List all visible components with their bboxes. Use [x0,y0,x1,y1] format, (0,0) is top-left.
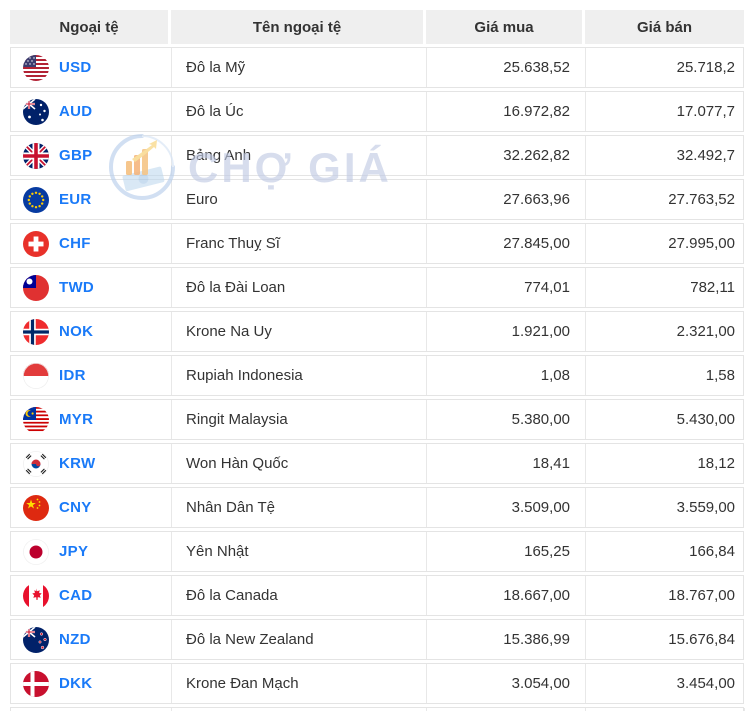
currency-code[interactable]: DKK [59,675,92,692]
table-row-nok[interactable]: NOK Krone Na Uy 1.921,00 2.321,00 [10,311,744,352]
currency-code[interactable]: GBP [59,147,92,164]
table-row-cad[interactable]: CAD Đô la Canada 18.667,00 18.767,00 [10,575,744,616]
sell-price: 782,11 [690,279,735,296]
buy-price: 15.386,99 [427,620,586,659]
australia-flag-icon [23,98,49,125]
currency-code[interactable]: AUD [59,103,92,120]
sell-price: 27.763,52 [668,191,735,208]
currency-name: Đô la New Zealand [172,620,427,659]
table-row-usd[interactable]: USD Đô la Mỹ 25.638,52 25.718,2 [10,47,744,88]
indonesia-flag-icon [23,362,49,389]
table-row-jpy[interactable]: JPY Yên Nhật 165,25 166,84 [10,531,744,572]
sell-price: 27.995,00 [668,235,735,252]
table-row-eur[interactable]: EUR Euro 27.663,96 27.763,52 [10,179,744,220]
currency-name: Krone Đan Mạch [172,664,427,703]
table-row-krw[interactable]: KRW Won Hàn Quốc 18,41 18,12 [10,443,744,484]
currency-name: Ringit Malaysia [172,400,427,439]
currency-name: Đô la Đài Loan [172,268,427,307]
header-currency-name: Tên ngoại tệ [171,10,426,44]
buy-price: 16.972,82 [427,92,586,131]
currency-name: Won Hàn Quốc [172,444,427,483]
sell-price: 25.718,2 [676,59,735,76]
buy-price: 27.663,96 [427,180,586,219]
sell-price: 17.077,7 [676,103,735,120]
currency-code[interactable]: TWD [59,279,94,296]
currency-code[interactable]: KRW [59,455,95,472]
south-korea-flag-icon [23,450,49,477]
sell-price: 166,84 [689,543,735,560]
buy-price: 774,01 [427,268,586,307]
canada-flag-icon [23,582,49,609]
sell-price: 3.454,00 [676,675,735,692]
denmark-flag-icon [23,670,49,697]
malaysia-flag-icon [23,406,49,433]
sell-price: 18.767,00 [668,587,735,604]
currency-name: Yên Nhật [172,532,427,571]
sell-price: 5.430,00 [676,411,735,428]
currency-code[interactable]: MYR [59,411,93,428]
taiwan-flag-icon [23,274,49,301]
sell-price: 3.559,00 [676,499,735,516]
sell-price: 18,12 [697,455,735,472]
new-zealand-flag-icon [23,626,49,653]
table-row-twd[interactable]: TWD Đô la Đài Loan 774,01 782,11 [10,267,744,308]
buy-price: 18,41 [427,444,586,483]
sell-price: 2.321,00 [676,323,735,340]
currency-name: Nhân Dân Tệ [172,488,427,527]
table-row-cny[interactable]: CNY Nhân Dân Tệ 3.509,00 3.559,00 [10,487,744,528]
currency-name: Bảng Anh [172,136,427,175]
currency-code[interactable]: CNY [59,499,92,516]
buy-price: 1,08 [427,356,586,395]
currency-name: Rupiah Indonesia [172,356,427,395]
table-row-dkk[interactable]: DKK Krone Đan Mạch 3.054,00 3.454,00 [10,663,744,704]
table-row-myr[interactable]: MYR Ringit Malaysia 5.380,00 5.430,00 [10,399,744,440]
table-row-gbp[interactable]: GBP Bảng Anh 32.262,82 32.492,7 [10,135,744,176]
sell-price: 1,58 [705,367,735,384]
table-row-nzd[interactable]: NZD Đô la New Zealand 15.386,99 15.676,8… [10,619,744,660]
norway-flag-icon [23,318,49,345]
currency-code[interactable]: IDR [59,367,86,384]
buy-price: 27.845,00 [427,224,586,263]
sell-price: 15.676,84 [668,631,735,648]
currency-code[interactable]: USD [59,59,92,76]
table-row-chf[interactable]: CHF Franc Thuỵ Sĩ 27.845,00 27.995,00 [10,223,744,264]
usa-flag-icon [23,54,49,81]
currency-code[interactable]: CAD [59,587,92,604]
japan-flag-icon [23,538,49,565]
table-row-idr[interactable]: IDR Rupiah Indonesia 1,08 1,58 [10,355,744,396]
header-sell-price: Giá bán [585,10,744,44]
table-row-partial[interactable] [10,707,745,711]
exchange-rates-table: Ngoại tệ Tên ngoại tệ Giá mua Giá bán US… [10,10,745,711]
currency-name: Franc Thuỵ Sĩ [172,224,427,263]
currency-code[interactable]: EUR [59,191,92,208]
table-header-row: Ngoại tệ Tên ngoại tệ Giá mua Giá bán [10,10,744,44]
currency-code[interactable]: NOK [59,323,93,340]
buy-price: 3.509,00 [427,488,586,527]
buy-price: 25.638,52 [427,48,586,87]
switzerland-flag-icon [23,230,49,257]
rates-table-body: USD Đô la Mỹ 25.638,52 25.718,2 AUD Đô l… [10,47,745,711]
buy-price: 3.054,00 [427,664,586,703]
header-buy-price: Giá mua [426,10,585,44]
buy-price: 18.667,00 [427,576,586,615]
buy-price: 5.380,00 [427,400,586,439]
currency-name: Đô la Canada [172,576,427,615]
buy-price: 32.262,82 [427,136,586,175]
currency-name: Đô la Mỹ [172,48,427,87]
table-row-aud[interactable]: AUD Đô la Úc 16.972,82 17.077,7 [10,91,744,132]
currency-name: Euro [172,180,427,219]
header-currency-code: Ngoại tệ [10,10,171,44]
currency-name: Krone Na Uy [172,312,427,351]
currency-code[interactable]: CHF [59,235,91,252]
eu-flag-icon [23,186,49,213]
sell-price: 32.492,7 [676,147,735,164]
currency-code[interactable]: JPY [59,543,88,560]
currency-code[interactable]: NZD [59,631,91,648]
buy-price: 165,25 [427,532,586,571]
uk-flag-icon [23,142,49,169]
china-flag-icon [23,494,49,521]
currency-name: Đô la Úc [172,92,427,131]
buy-price: 1.921,00 [427,312,586,351]
